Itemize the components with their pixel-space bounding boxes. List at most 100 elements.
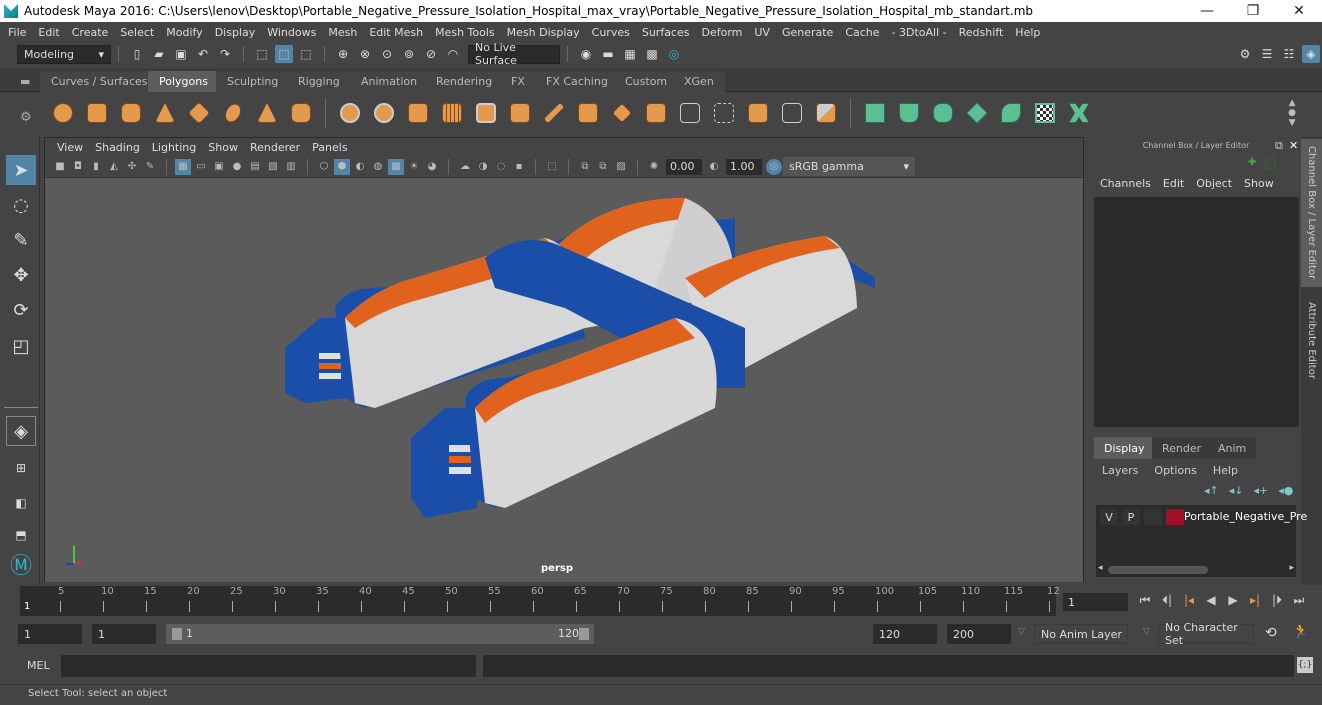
range-end-handle[interactable] xyxy=(579,628,589,640)
automatic-uv-icon[interactable] xyxy=(964,100,990,126)
screen-space-ao-icon[interactable]: ☁ xyxy=(457,159,473,175)
layer-list-scrollbar[interactable]: ◂ ▸ xyxy=(1098,563,1294,575)
command-input[interactable] xyxy=(61,655,476,677)
color-management-toggle-icon[interactable]: ◎ xyxy=(766,158,782,175)
camera-icon[interactable]: ■ xyxy=(52,159,68,175)
move-layer-down-icon[interactable]: ◂↓ xyxy=(1229,484,1244,497)
snap-curve-icon[interactable]: ⊗ xyxy=(356,45,374,63)
extrude-icon[interactable] xyxy=(575,100,601,126)
manip-indicator-icon[interactable] xyxy=(1264,157,1276,169)
move-tool-icon[interactable]: ✥ xyxy=(6,260,36,290)
depth-of-field-icon[interactable]: ▪ xyxy=(511,159,527,175)
menu-uv[interactable]: UV xyxy=(748,26,776,39)
insert-edge-loop-icon[interactable] xyxy=(677,100,703,126)
character-set-field[interactable]: No Character Set xyxy=(1158,621,1254,647)
auto-key-icon[interactable]: ⟲ xyxy=(1265,625,1277,641)
menu-redshift[interactable]: Redshift xyxy=(953,26,1010,39)
poly-cone-icon[interactable] xyxy=(152,100,178,126)
subdivide-icon[interactable] xyxy=(507,100,533,126)
channel-menu-channels[interactable]: Channels xyxy=(1094,177,1157,190)
menu-select[interactable]: Select xyxy=(114,26,160,39)
animation-end-field[interactable]: 200 xyxy=(947,624,1011,644)
undo-icon[interactable]: ↶ xyxy=(194,45,212,63)
render-settings-icon[interactable]: ▩ xyxy=(643,45,661,63)
poly-pyramid-icon[interactable] xyxy=(254,100,280,126)
snap-view-plane-icon[interactable]: ⊚ xyxy=(400,45,418,63)
tool-settings-toggle-icon[interactable]: ☷ xyxy=(1280,45,1298,63)
uv-editor-icon[interactable] xyxy=(1032,100,1058,126)
combine-icon[interactable] xyxy=(337,100,363,126)
xray-active-icon[interactable]: ⧉ xyxy=(595,159,611,175)
script-editor-icon[interactable]: {;} xyxy=(1297,657,1313,673)
textured-icon[interactable]: ▩ xyxy=(388,158,404,175)
viewport-menu-renderer[interactable]: Renderer xyxy=(244,141,306,154)
poly-torus-icon[interactable] xyxy=(220,100,246,126)
3d-scene-view[interactable] xyxy=(45,178,1083,582)
step-back-key-icon[interactable]: |◂ xyxy=(1178,590,1200,610)
tab-anim-layers[interactable]: Anim xyxy=(1208,437,1257,459)
step-back-frame-icon[interactable]: ⏴| xyxy=(1156,590,1178,610)
merge-icon[interactable] xyxy=(745,100,771,126)
2d-pan-zoom-icon[interactable]: ✣ xyxy=(124,159,140,175)
select-component-icon[interactable]: ⬚ xyxy=(297,45,315,63)
anti-aliasing-icon[interactable]: ◌ xyxy=(493,159,509,175)
exposure-field[interactable]: 0.00 xyxy=(666,158,702,175)
channel-box-toggle-icon[interactable]: ◈ xyxy=(1302,45,1320,63)
select-object-icon[interactable]: ⬚ xyxy=(275,45,293,63)
poly-sphere-icon[interactable] xyxy=(50,100,76,126)
close-button[interactable]: ✕ xyxy=(1276,3,1322,19)
layer-menu-layers[interactable]: Layers xyxy=(1094,464,1146,477)
viewport-menu-lighting[interactable]: Lighting xyxy=(146,141,202,154)
shelf-scroll-icon[interactable]: ▲ ● ▼ xyxy=(1288,98,1296,128)
lasso-tool-icon[interactable]: ◌ xyxy=(6,190,36,220)
menu-edit-mesh[interactable]: Edit Mesh xyxy=(363,26,429,39)
menu-surfaces[interactable]: Surfaces xyxy=(636,26,696,39)
live-surface-field[interactable]: No Live Surface xyxy=(468,41,560,67)
tab-display-layers[interactable]: Display xyxy=(1094,437,1155,459)
open-scene-icon[interactable]: ▰ xyxy=(150,45,168,63)
menu-windows[interactable]: Windows xyxy=(261,26,322,39)
scrollbar-thumb[interactable] xyxy=(1108,566,1208,574)
channel-menu-edit[interactable]: Edit xyxy=(1157,177,1190,190)
snap-live-icon[interactable]: ⊘ xyxy=(422,45,440,63)
layer-name[interactable]: Portable_Negative_Pre xyxy=(1184,510,1307,523)
tab-rendering[interactable]: Rendering xyxy=(425,71,505,92)
unfold-uv-icon[interactable] xyxy=(1066,100,1092,126)
xray-icon[interactable]: ⧉ xyxy=(577,159,593,175)
use-all-lights-icon[interactable]: ☀ xyxy=(406,159,422,175)
menu-generate[interactable]: Generate xyxy=(776,26,839,39)
close-panel-icon[interactable]: ✕ xyxy=(1289,139,1298,152)
snap-grid-icon[interactable]: ⊕ xyxy=(334,45,352,63)
viewport-menu-panels[interactable]: Panels xyxy=(306,141,353,154)
bridge-icon[interactable] xyxy=(609,100,635,126)
restore-button[interactable]: ❐ xyxy=(1230,3,1276,19)
bevel-icon[interactable] xyxy=(643,100,669,126)
poly-cube-icon[interactable] xyxy=(84,100,110,126)
tab-rigging[interactable]: Rigging xyxy=(287,71,352,92)
playback-start-field[interactable]: 1 xyxy=(92,624,156,644)
snap-point-icon[interactable]: ⊙ xyxy=(378,45,396,63)
tab-render-layers[interactable]: Render xyxy=(1152,437,1212,459)
step-forward-key-icon[interactable]: ▸| xyxy=(1244,590,1266,610)
new-scene-icon[interactable]: ▯ xyxy=(128,45,146,63)
fill-hole-icon[interactable] xyxy=(813,100,839,126)
move-layer-up-icon[interactable]: ◂↑ xyxy=(1204,484,1219,497)
viewport-menu-shading[interactable]: Shading xyxy=(89,141,146,154)
scale-tool-icon[interactable]: ◰ xyxy=(6,331,36,361)
contour-stretch-uv-icon[interactable] xyxy=(998,100,1024,126)
layer-menu-options[interactable]: Options xyxy=(1146,464,1204,477)
separate-icon[interactable] xyxy=(371,100,397,126)
poly-pipe-icon[interactable] xyxy=(288,100,314,126)
camera-attributes-icon[interactable]: ◘ xyxy=(70,159,86,175)
tab-polygons[interactable]: Polygons xyxy=(148,71,220,92)
reduce-icon[interactable] xyxy=(473,100,499,126)
paint-select-tool-icon[interactable]: ✎ xyxy=(6,225,36,255)
offset-edge-loop-icon[interactable] xyxy=(711,100,737,126)
isolate-select-icon[interactable]: ⬚ xyxy=(544,159,560,175)
gate-mask-icon[interactable]: ● xyxy=(229,159,245,175)
current-frame-field[interactable]: 1 xyxy=(1063,593,1128,611)
channel-menu-show[interactable]: Show xyxy=(1238,177,1280,190)
tab-sculpting[interactable]: Sculpting xyxy=(216,71,291,92)
rotate-tool-icon[interactable]: ⟳ xyxy=(6,295,36,325)
animation-preferences-icon[interactable]: 🏃 xyxy=(1292,624,1309,640)
